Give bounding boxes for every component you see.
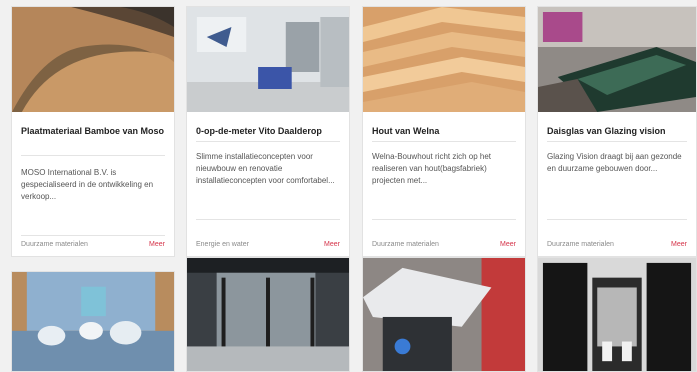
more-link[interactable]: Meer	[149, 241, 165, 248]
card-category: Duurzame materialen	[21, 241, 88, 248]
divider	[547, 219, 687, 220]
card-vito-daalderop[interactable]: 0-op-de-meter Vito Daalderop Slimme inst…	[186, 6, 350, 257]
divider	[196, 219, 340, 220]
card-description: Slimme installatieconcepten voor nieuwbo…	[196, 152, 335, 185]
black-panels-image[interactable]	[538, 258, 696, 371]
card-welna[interactable]: Hout van Welna Welna-Bouwhout richt zich…	[362, 6, 526, 257]
divider	[21, 235, 165, 236]
more-link[interactable]: Meer	[671, 241, 687, 248]
more-link[interactable]: Meer	[500, 241, 516, 248]
card-description: MOSO International B.V. is gespecialisee…	[21, 168, 154, 201]
card-bamboe[interactable]: Plaatmateriaal Bamboe van Moso MOSO Inte…	[11, 6, 175, 257]
card-category: Energie en water	[196, 241, 249, 248]
wood-planks-image[interactable]	[363, 7, 525, 112]
divider	[21, 155, 165, 156]
glass-wall-showroom-image[interactable]	[187, 258, 349, 371]
lab-samples-image[interactable]	[12, 272, 174, 371]
card-glazing-vision[interactable]: Daisglas van Glazing vision Glazing Visi…	[537, 6, 697, 257]
installation-room-image[interactable]	[187, 7, 349, 112]
card-title[interactable]: 0-op-de-meter Vito Daalderop	[196, 124, 343, 139]
card-category: Duurzame materialen	[547, 241, 614, 248]
divider	[372, 219, 516, 220]
card-title[interactable]: Plaatmateriaal Bamboe van Moso	[21, 124, 168, 139]
more-link[interactable]: Meer	[324, 241, 340, 248]
card-title[interactable]: Daisglas van Glazing vision	[547, 124, 690, 139]
card-category: Duurzame materialen	[372, 241, 439, 248]
card-description: Glazing Vision draagt bij aan gezonde en…	[547, 152, 682, 173]
divider	[372, 141, 516, 142]
white-panel-device-image[interactable]	[363, 258, 525, 371]
card-glass-wall[interactable]	[186, 257, 350, 372]
divider	[196, 141, 340, 142]
card-title[interactable]: Hout van Welna	[372, 124, 519, 139]
card-black-panels[interactable]	[537, 257, 697, 372]
roof-glass-image[interactable]	[538, 7, 696, 112]
card-description: Welna-Bouwhout richt zich op het realise…	[372, 152, 492, 185]
bamboe-roll-image[interactable]	[12, 7, 174, 112]
card-lab-samples[interactable]	[11, 271, 175, 372]
card-white-panel[interactable]	[362, 257, 526, 372]
divider	[547, 141, 687, 142]
